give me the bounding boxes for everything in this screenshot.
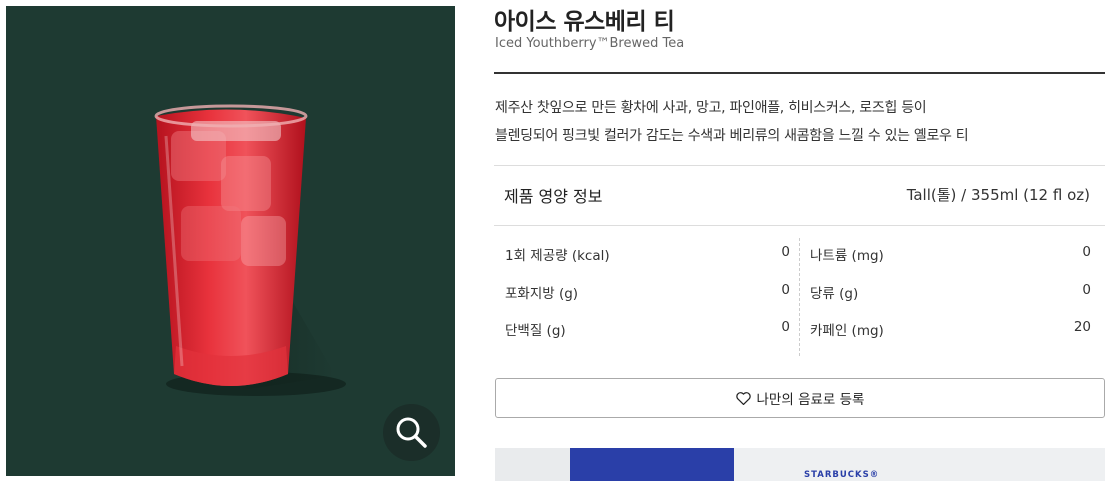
nutrition-label: 단백질 (g) (505, 323, 566, 339)
nutrition-row: 당류 (g) 0 (810, 282, 1091, 320)
divider (494, 225, 1105, 226)
nutrition-label: 1회 제공량 (kcal) (505, 248, 610, 264)
nutrition-value: 0 (781, 281, 790, 298)
product-description: 제주산 찻잎으로 만든 황차에 사과, 망고, 파인애플, 히비스커스, 로즈힙… (495, 94, 1103, 150)
product-image (6, 6, 455, 476)
product-title: 아이스 유스베리 티 (494, 9, 675, 35)
nutrition-size: Tall(톨) / 355ml (12 fl oz) (906, 186, 1090, 204)
nutrition-row: 단백질 (g) 0 (505, 319, 790, 357)
nutrition-row: 나트륨 (mg) 0 (810, 244, 1091, 282)
banner-left-panel (495, 448, 570, 481)
column-divider (799, 238, 800, 356)
divider (494, 165, 1105, 166)
nutrition-value: 0 (781, 319, 790, 335)
nutrition-label: 포화지방 (g) (505, 285, 579, 302)
iced-tea-glass-icon (154, 104, 346, 396)
description-line: 제주산 찻잎으로 만든 황차에 사과, 망고, 파인애플, 히비스커스, 로즈힙… (495, 100, 927, 116)
nutrition-label: 당류 (g) (810, 285, 859, 302)
banner-blue-panel (570, 448, 734, 481)
nutrition-label: 카페인 (mg) (810, 323, 884, 339)
product-subtitle: Iced Youthberry™Brewed Tea (495, 36, 685, 51)
nutrition-value: 20 (1073, 319, 1091, 335)
nutrition-label: 나트륨 (mg) (810, 248, 884, 264)
add-favorite-button[interactable]: 나만의 음료로 등록 (495, 378, 1105, 418)
description-line: 블렌딩되어 핑크빛 컬러가 감도는 수색과 베리류의 새콤함을 느낄 수 있는 … (495, 128, 969, 144)
banner-brand: STARBUCKS® (804, 470, 880, 480)
nutrition-row: 1회 제공량 (kcal) 0 (505, 244, 790, 282)
nutrition-row: 카페인 (mg) 20 (810, 319, 1091, 357)
nutrition-row: 포화지방 (g) 0 (505, 282, 790, 320)
heart-icon (735, 391, 751, 405)
nutrition-value: 0 (1082, 244, 1091, 260)
add-favorite-label: 나만의 음료로 등록 (756, 392, 865, 408)
zoom-button[interactable] (383, 404, 440, 461)
nutrition-value: 0 (781, 244, 790, 260)
nutrition-heading: 제품 영양 정보 (504, 187, 603, 206)
nutrition-value: 0 (1082, 281, 1091, 298)
promo-banner[interactable]: STARBUCKS® (495, 448, 1105, 481)
nutrition-right-column: 나트륨 (mg) 0 당류 (g) 0 카페인 (mg) 20 (810, 244, 1091, 357)
magnifier-icon (396, 417, 427, 448)
nutrition-left-column: 1회 제공량 (kcal) 0 포화지방 (g) 0 단백질 (g) 0 (505, 244, 790, 357)
title-divider (494, 72, 1105, 74)
